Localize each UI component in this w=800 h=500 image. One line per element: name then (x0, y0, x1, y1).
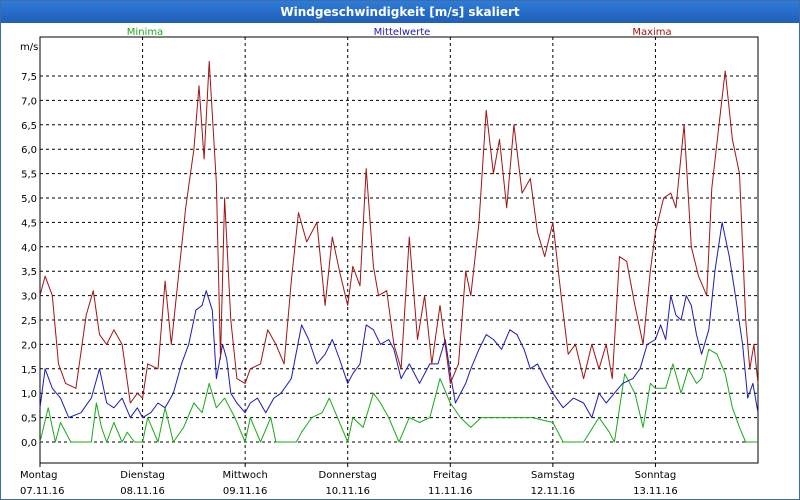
x-tick-weekday: Montag (20, 470, 57, 481)
x-tick-weekday: Sonntag (635, 470, 677, 481)
legend-minima: Minima (127, 27, 163, 38)
y-tick-label: 3,0 (21, 292, 37, 303)
x-tick-weekday: Samstag (531, 470, 575, 481)
x-tick-date: 12.11.16 (531, 486, 576, 497)
y-tick-label: 5,5 (21, 170, 37, 181)
y-tick-label: 7,0 (21, 96, 37, 107)
y-tick-label: 4,0 (21, 243, 37, 254)
y-tick-label: 4,5 (21, 218, 37, 229)
x-tick-date: 09.11.16 (223, 486, 268, 497)
y-tick-label: 6,0 (21, 145, 37, 156)
y-tick-label: 2,5 (21, 316, 37, 327)
y-tick-label: 6,5 (21, 121, 37, 132)
x-tick-date: 13.11.16 (633, 486, 678, 497)
x-tick-date: 11.11.16 (428, 486, 473, 497)
y-tick-label: 0,0 (21, 438, 37, 449)
y-tick-label: 1,5 (21, 365, 37, 376)
x-tick-date: 07.11.16 (20, 486, 65, 497)
y-tick-label: 7,5 (21, 72, 37, 83)
x-tick-date: 08.11.16 (120, 486, 165, 497)
y-tick-label: 5,0 (21, 194, 37, 205)
x-tick-weekday: Freitag (433, 470, 467, 481)
x-tick-weekday: Mittwoch (222, 470, 267, 481)
x-tick-date: 10.11.16 (325, 486, 370, 497)
wind-speed-chart: 0,0 0,5 1,0 1,5 2,0 2,5 3,0 3,5 4,0 4,5 5,0 5,5 6,0 6… (20, 27, 759, 497)
plot-area (39, 36, 759, 464)
y-tick-label: 0,5 (21, 414, 37, 425)
y-tick-label: 1,0 (21, 389, 37, 400)
x-tick-weekday: Dienstag (120, 470, 165, 481)
legend-maxima: Maxima (632, 27, 671, 38)
y-tick-label: 2,0 (21, 340, 37, 351)
y-axis-label: m/s (20, 42, 38, 53)
x-axis-ticks: Montag 07.11.16 Dienstag 08.11.16 Mittwoch 09… (20, 463, 678, 497)
y-axis-ticks: 0,0 0,5 1,0 1,5 2,0 2,5 3,0 3,5 4,0 4,5 5,0 5,5 6,0 6… (21, 72, 37, 449)
legend-mittelwerte: Mittelwerte (374, 27, 431, 38)
x-tick-weekday: Donnerstag (319, 470, 377, 481)
y-tick-label: 3,5 (21, 267, 37, 278)
